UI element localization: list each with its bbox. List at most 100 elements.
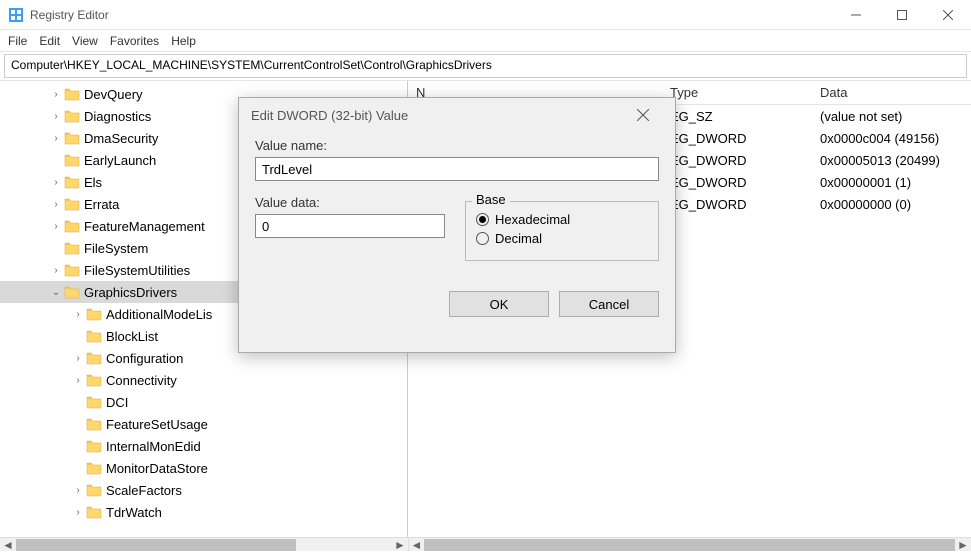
folder-icon <box>86 373 102 387</box>
tree-item-label: FileSystem <box>84 241 148 256</box>
scroll-left-icon[interactable]: ◄ <box>0 538 16 551</box>
tree-item-label: Errata <box>84 197 119 212</box>
folder-icon <box>64 153 80 167</box>
chevron-right-icon[interactable]: › <box>50 177 62 188</box>
scroll-left-icon[interactable]: ◄ <box>408 538 424 551</box>
menu-favorites[interactable]: Favorites <box>110 34 159 48</box>
tree-item[interactable]: DCI <box>0 391 407 413</box>
menu-file[interactable]: File <box>8 34 27 48</box>
chevron-right-icon[interactable]: › <box>50 199 62 210</box>
cell-type: EG_DWORD <box>662 153 812 168</box>
chevron-right-icon[interactable]: › <box>50 111 62 122</box>
chevron-right-icon[interactable]: › <box>72 507 84 518</box>
cell-data: 0x0000c004 (49156) <box>812 131 971 146</box>
tree-item-label: FeatureSetUsage <box>106 417 208 432</box>
minimize-button[interactable] <box>833 0 879 30</box>
cell-data: (value not set) <box>812 109 971 124</box>
chevron-right-icon[interactable]: › <box>50 265 62 276</box>
folder-icon <box>64 219 80 233</box>
folder-icon <box>64 175 80 189</box>
tree-item-label: FileSystemUtilities <box>84 263 190 278</box>
tree-item[interactable]: › ScaleFactors <box>0 479 407 501</box>
cell-type: EG_DWORD <box>662 131 812 146</box>
folder-icon <box>86 417 102 431</box>
tree-item-label: DCI <box>106 395 128 410</box>
base-legend: Base <box>472 192 510 207</box>
ok-button[interactable]: OK <box>449 291 549 317</box>
edit-dword-dialog: Edit DWORD (32-bit) Value Value name: Va… <box>238 97 676 353</box>
folder-icon <box>86 461 102 475</box>
radio-decimal[interactable]: Decimal <box>476 231 648 246</box>
scroll-right-icon[interactable]: ► <box>392 538 408 551</box>
dialog-close-button[interactable] <box>623 99 663 131</box>
menu-help[interactable]: Help <box>171 34 196 48</box>
tree-item-label: BlockList <box>106 329 158 344</box>
tree-item-label: FeatureManagement <box>84 219 205 234</box>
tree-item[interactable]: › TdrWatch <box>0 501 407 523</box>
chevron-down-icon[interactable]: ⌄ <box>50 287 62 298</box>
cell-data: 0x00000000 (0) <box>812 197 971 212</box>
value-name-input[interactable] <box>255 157 659 181</box>
folder-icon <box>64 197 80 211</box>
cell-type: EG_DWORD <box>662 175 812 190</box>
base-fieldset: Base Hexadecimal Decimal <box>465 201 659 261</box>
folder-icon <box>86 395 102 409</box>
cell-type: EG_SZ <box>662 109 812 124</box>
col-header-type[interactable]: Type <box>662 85 812 100</box>
tree-item-label: Configuration <box>106 351 183 366</box>
chevron-right-icon[interactable]: › <box>72 309 84 320</box>
dialog-titlebar[interactable]: Edit DWORD (32-bit) Value <box>239 98 675 132</box>
tree-item[interactable]: FeatureSetUsage <box>0 413 407 435</box>
cancel-button[interactable]: Cancel <box>559 291 659 317</box>
value-data-input[interactable] <box>255 214 445 238</box>
address-bar[interactable]: Computer\HKEY_LOCAL_MACHINE\SYSTEM\Curre… <box>4 54 967 78</box>
folder-icon <box>64 109 80 123</box>
folder-icon <box>86 307 102 321</box>
tree-item-label: DevQuery <box>84 87 143 102</box>
radio-hexadecimal[interactable]: Hexadecimal <box>476 212 648 227</box>
folder-icon <box>64 131 80 145</box>
menu-edit[interactable]: Edit <box>39 34 60 48</box>
value-data-label: Value data: <box>255 195 445 210</box>
menubar: File Edit View Favorites Help <box>0 30 971 52</box>
tree-item-label: DmaSecurity <box>84 131 158 146</box>
tree-item-label: InternalMonEdid <box>106 439 201 454</box>
dec-label: Decimal <box>495 231 542 246</box>
folder-icon <box>64 285 80 299</box>
hex-label: Hexadecimal <box>495 212 570 227</box>
chevron-right-icon[interactable]: › <box>50 133 62 144</box>
radio-unchecked-icon <box>476 232 489 245</box>
tree-item-label: Diagnostics <box>84 109 151 124</box>
tree-item-label: EarlyLaunch <box>84 153 156 168</box>
tree-item-label: Els <box>84 175 102 190</box>
folder-icon <box>86 329 102 343</box>
chevron-right-icon[interactable]: › <box>50 89 62 100</box>
tree-item-label: GraphicsDrivers <box>84 285 177 300</box>
folder-icon <box>86 351 102 365</box>
close-button[interactable] <box>925 0 971 30</box>
folder-icon <box>86 483 102 497</box>
chevron-right-icon[interactable]: › <box>72 485 84 496</box>
window-title: Registry Editor <box>30 8 109 22</box>
tree-item[interactable]: InternalMonEdid <box>0 435 407 457</box>
dialog-title: Edit DWORD (32-bit) Value <box>251 108 408 123</box>
tree-item-label: ScaleFactors <box>106 483 182 498</box>
horizontal-scrollbar[interactable]: ◄ ► ◄ ► <box>0 537 971 551</box>
folder-icon <box>64 241 80 255</box>
value-name-label: Value name: <box>255 138 659 153</box>
tree-item[interactable]: ›Connectivity <box>0 369 407 391</box>
tree-item[interactable]: MonitorDataStore <box>0 457 407 479</box>
menu-view[interactable]: View <box>72 34 98 48</box>
tree-item-label: MonitorDataStore <box>106 461 208 476</box>
radio-checked-icon <box>476 213 489 226</box>
cell-type: EG_DWORD <box>662 197 812 212</box>
tree-item-label: TdrWatch <box>106 505 162 520</box>
folder-icon <box>64 263 80 277</box>
chevron-right-icon[interactable]: › <box>50 221 62 232</box>
chevron-right-icon[interactable]: › <box>72 375 84 386</box>
chevron-right-icon[interactable]: › <box>72 353 84 364</box>
col-header-data[interactable]: Data <box>812 85 971 100</box>
maximize-button[interactable] <box>879 0 925 30</box>
cell-data: 0x00005013 (20499) <box>812 153 971 168</box>
scroll-right-icon[interactable]: ► <box>955 538 971 551</box>
